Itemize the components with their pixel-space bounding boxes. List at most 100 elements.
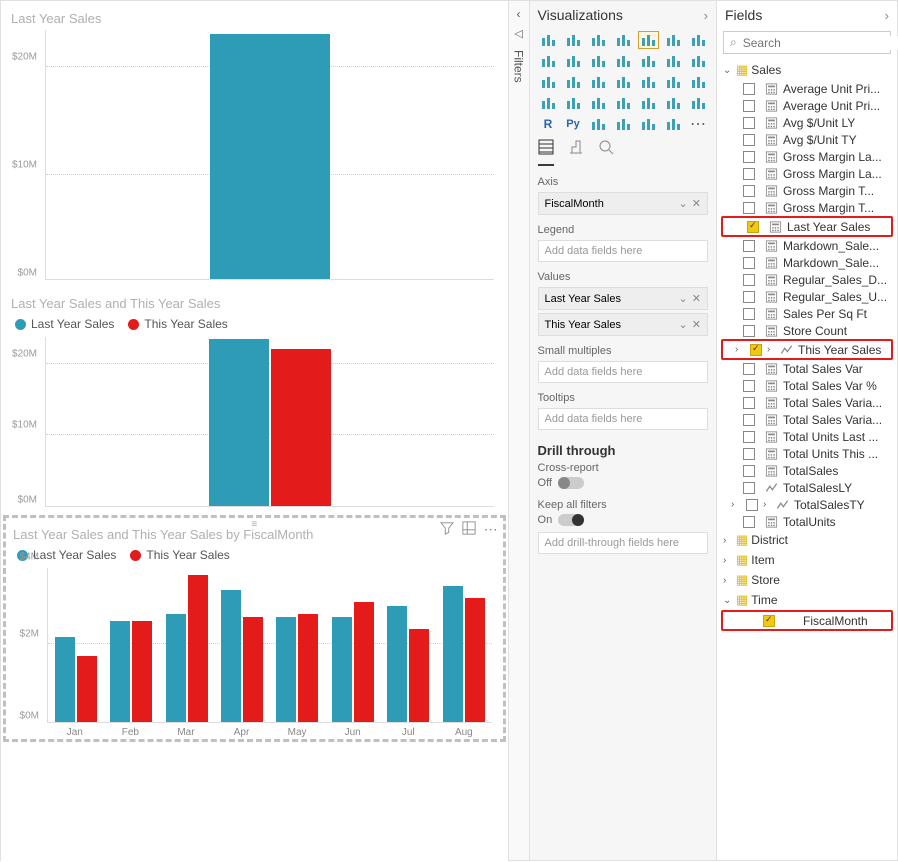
field-regular-sales-d-[interactable]: Regular_Sales_D... (719, 271, 895, 288)
expand-filters-icon[interactable]: ‹ (517, 7, 521, 21)
field-sales-per-sq-ft[interactable]: Sales Per Sq Ft (719, 305, 895, 322)
field-this-year-sales[interactable]: ››This Year Sales (721, 339, 893, 360)
field-totalunits[interactable]: TotalUnits (719, 513, 895, 530)
bar-last-year-sales-Jan[interactable] (55, 637, 75, 722)
viz-type-kpi[interactable] (613, 94, 634, 112)
bar-this-year-sales-Jul[interactable] (409, 629, 429, 722)
chevron-down-icon[interactable]: ⌄ (679, 318, 688, 331)
viz-type-stacked-bar-100[interactable] (588, 31, 609, 49)
bar-last-year-sales[interactable] (210, 34, 330, 279)
field-checkbox[interactable] (743, 363, 755, 375)
bar-last-year-sales-Jul[interactable] (387, 606, 407, 722)
viz-type-more[interactable]: ⋯ (688, 115, 709, 133)
viz-type-py-visual[interactable]: Py (563, 115, 584, 133)
field-checkbox[interactable] (743, 448, 755, 460)
field-gross-margin-la-[interactable]: Gross Margin La... (719, 165, 895, 182)
field-markdown-sale-[interactable]: Markdown_Sale... (719, 237, 895, 254)
field-store-count[interactable]: Store Count (719, 322, 895, 339)
chart-ly-ty-sales[interactable]: Last Year Sales and This Year Sales Last… (5, 290, 504, 507)
viz-type-pie[interactable] (563, 73, 584, 91)
table-item[interactable]: ›▦Item (719, 550, 895, 570)
report-canvas[interactable]: Last Year Sales $0M $10M $20M Last Year … (1, 1, 508, 862)
field-checkbox[interactable] (746, 499, 758, 511)
viz-type-map[interactable] (638, 73, 659, 91)
bar-this-year-sales-Feb[interactable] (132, 621, 152, 722)
field-checkbox[interactable] (743, 308, 755, 320)
field-checkbox[interactable] (743, 380, 755, 392)
field-checkbox[interactable] (743, 100, 755, 112)
field-checkbox[interactable] (743, 202, 755, 214)
smallm-well-empty[interactable]: Add data fields here (538, 361, 708, 383)
field-checkbox[interactable] (743, 168, 755, 180)
filters-pane-collapsed[interactable]: ‹ ◁ Filters (508, 1, 530, 860)
viz-type-qa[interactable] (638, 115, 659, 133)
fields-well-tab[interactable] (538, 139, 554, 166)
viz-type-multi-card[interactable] (588, 94, 609, 112)
field-last-year-sales[interactable]: Last Year Sales (721, 216, 893, 237)
viz-type-line-clustered-column[interactable] (588, 52, 609, 70)
table-time[interactable]: ⌄▦Time (719, 590, 895, 610)
field-checkbox[interactable] (743, 185, 755, 197)
focus-mode-icon[interactable] (462, 521, 476, 540)
legend-well-empty[interactable]: Add data fields here (538, 240, 708, 262)
remove-icon[interactable]: ✕ (692, 292, 701, 305)
bar-last-year-sales-Mar[interactable] (166, 614, 186, 723)
field-total-sales-var-[interactable]: Total Sales Var % (719, 377, 895, 394)
drillthrough-well-empty[interactable]: Add drill-through fields here (538, 532, 708, 554)
field-checkbox[interactable] (743, 83, 755, 95)
field-checkbox[interactable] (743, 431, 755, 443)
viz-type-clustered-column[interactable] (638, 31, 659, 49)
field-average-unit-pri-[interactable]: Average Unit Pri... (719, 97, 895, 114)
tooltips-well-empty[interactable]: Add data fields here (538, 408, 708, 430)
more-options-icon[interactable]: ⋯ (484, 521, 498, 540)
viz-type-card[interactable] (563, 94, 584, 112)
field-checkbox[interactable] (743, 117, 755, 129)
viz-type-table[interactable] (663, 94, 684, 112)
viz-type-donut[interactable] (588, 73, 609, 91)
values-pill-this-year-sales[interactable]: This Year Sales ⌄✕ (538, 313, 708, 336)
field-gross-margin-t-[interactable]: Gross Margin T... (719, 182, 895, 199)
field-total-units-this-[interactable]: Total Units This ... (719, 445, 895, 462)
collapse-pane-icon[interactable]: › (885, 8, 889, 23)
bar-last-year-sales-Feb[interactable] (110, 621, 130, 722)
viz-type-filled-map[interactable] (663, 73, 684, 91)
field-totalsalesly[interactable]: TotalSalesLY (719, 479, 895, 496)
field-checkbox[interactable] (743, 257, 755, 269)
viz-type-ribbon[interactable] (638, 52, 659, 70)
drag-handle-icon[interactable]: ≡ (251, 519, 257, 530)
analytics-tab[interactable] (598, 139, 614, 166)
viz-type-line-chart[interactable] (688, 31, 709, 49)
viz-type-r-visual[interactable]: R (538, 115, 559, 133)
bar-last-year-sales-Jun[interactable] (332, 617, 352, 722)
field-regular-sales-u-[interactable]: Regular_Sales_U... (719, 288, 895, 305)
viz-type-paginated[interactable] (663, 115, 684, 133)
bar-this-year-sales-Jun[interactable] (354, 602, 374, 722)
chart-last-year-sales[interactable]: Last Year Sales $0M $10M $20M (5, 5, 504, 280)
field-totalsalesty[interactable]: ››TotalSalesTY (719, 496, 895, 513)
viz-type-funnel[interactable] (688, 52, 709, 70)
viz-type-scatter[interactable] (538, 73, 559, 91)
bar-this-year-sales-May[interactable] (298, 614, 318, 723)
field-average-unit-pri-[interactable]: Average Unit Pri... (719, 80, 895, 97)
field-avg-unit-ty[interactable]: Avg $/Unit TY (719, 131, 895, 148)
values-pill-last-year-sales[interactable]: Last Year Sales ⌄✕ (538, 287, 708, 310)
keep-filters-toggle[interactable] (558, 514, 584, 526)
bar-last-year-sales-Apr[interactable] (221, 590, 241, 722)
viz-type-stacked-column[interactable] (613, 31, 634, 49)
field-total-sales-var[interactable]: Total Sales Var (719, 360, 895, 377)
field-gross-margin-la-[interactable]: Gross Margin La... (719, 148, 895, 165)
field-gross-margin-t-[interactable]: Gross Margin T... (719, 199, 895, 216)
field-checkbox[interactable] (743, 134, 755, 146)
field-checkbox[interactable] (743, 516, 755, 528)
viz-type-waterfall[interactable] (663, 52, 684, 70)
axis-pill-fiscalmonth[interactable]: FiscalMonth ⌄✕ (538, 192, 708, 215)
viz-type-key-influencers[interactable] (588, 115, 609, 133)
chevron-down-icon[interactable]: ⌄ (679, 197, 688, 210)
field-checkbox[interactable] (747, 221, 759, 233)
field-checkbox[interactable] (743, 482, 755, 494)
bar-this-year-sales[interactable] (271, 349, 331, 506)
viz-type-area[interactable] (538, 52, 559, 70)
field-fiscalmonth[interactable]: FiscalMonth (721, 610, 893, 631)
filter-icon[interactable] (440, 521, 454, 540)
viz-type-stacked-bar[interactable] (538, 31, 559, 49)
